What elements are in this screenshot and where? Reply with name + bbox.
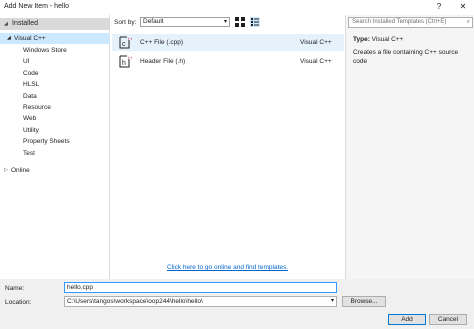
template-item-cpp[interactable]: c ++ C++ File (.cpp) Visual C++ bbox=[112, 34, 344, 51]
grid-view-icon[interactable] bbox=[235, 17, 245, 27]
template-name: Header File (.h) bbox=[140, 58, 186, 65]
tree-item-data[interactable]: Data bbox=[0, 91, 110, 102]
chevron-down-icon[interactable]: ▾ bbox=[331, 297, 334, 306]
title-bar: Add New Item - hello ? ✕ bbox=[0, 0, 474, 14]
tree-item-label: Windows Store bbox=[23, 47, 67, 54]
add-button[interactable]: Add bbox=[388, 314, 426, 325]
header-file-icon: h ++ bbox=[119, 55, 132, 68]
svg-text:++: ++ bbox=[128, 37, 133, 42]
type-value: Visual C++ bbox=[371, 36, 404, 43]
tree-item-label: HLSL bbox=[23, 81, 40, 88]
online-node[interactable]: ▷ Online bbox=[0, 165, 110, 176]
search-icon: ⌕ bbox=[466, 19, 470, 25]
tree-item-test[interactable]: Test bbox=[0, 148, 110, 159]
template-description: Creates a file containing C++ source cod… bbox=[353, 49, 459, 65]
search-placeholder: Search Installed Templates (Ctrl+E) bbox=[352, 19, 447, 25]
tree-item-label: Resource bbox=[23, 104, 51, 111]
details-pane: Search Installed Templates (Ctrl+E) ⌕ Ty… bbox=[345, 15, 474, 279]
name-label: Name: bbox=[5, 285, 25, 292]
help-button[interactable]: ? bbox=[432, 1, 446, 13]
collapse-arrow-icon[interactable]: ◢ bbox=[4, 21, 8, 27]
svg-text:h: h bbox=[122, 60, 126, 67]
chevron-down-icon: ▾ bbox=[223, 19, 227, 25]
tree-item-label: Property Sheets bbox=[23, 138, 70, 145]
tree-item-label: Code bbox=[23, 70, 39, 77]
location-label: Location: bbox=[5, 299, 32, 306]
template-list-pane: Sort by: Default ▾ c ++ C++ File (.cpp) … bbox=[111, 15, 344, 279]
location-field[interactable]: C:\Users\tangos\workspace\oop244\hello\h… bbox=[64, 296, 337, 307]
template-language: Visual C++ bbox=[300, 39, 332, 46]
tree-item-resource[interactable]: Resource bbox=[0, 102, 110, 113]
tree-item-label: Test bbox=[23, 150, 35, 157]
sort-by-label: Sort by: bbox=[114, 19, 137, 26]
cpp-file-icon: c ++ bbox=[119, 36, 132, 49]
cancel-button[interactable]: Cancel bbox=[429, 314, 467, 325]
search-templates-input[interactable]: Search Installed Templates (Ctrl+E) ⌕ bbox=[348, 17, 473, 28]
tree-item-code[interactable]: Code bbox=[0, 68, 110, 79]
template-language: Visual C++ bbox=[300, 58, 332, 65]
find-templates-online-link[interactable]: Click here to go online and find templat… bbox=[167, 264, 288, 271]
expand-arrow-icon[interactable]: ▷ bbox=[4, 165, 8, 176]
svg-text:c: c bbox=[122, 41, 126, 48]
item-form: Name: hello.cpp Location: C:\Users\tango… bbox=[0, 279, 474, 329]
collapse-arrow-icon[interactable]: ◢ bbox=[7, 33, 11, 44]
close-button[interactable]: ✕ bbox=[456, 1, 470, 13]
tree-item-visual-cpp[interactable]: ◢ Visual C++ bbox=[0, 33, 110, 44]
location-value: C:\Users\tangos\workspace\oop244\hello\h… bbox=[67, 298, 203, 305]
tree-item-windows-store[interactable]: Windows Store bbox=[0, 45, 110, 56]
tree-item-ui[interactable]: UI bbox=[0, 56, 110, 67]
installed-label: Installed bbox=[12, 20, 39, 27]
template-item-header[interactable]: h ++ Header File (.h) Visual C++ bbox=[112, 53, 344, 70]
template-type: Type: Visual C++ bbox=[353, 36, 403, 43]
tree-item-label: UI bbox=[23, 58, 30, 65]
name-field[interactable]: hello.cpp bbox=[64, 282, 337, 293]
svg-text:++: ++ bbox=[128, 56, 133, 61]
tree-item-label: Visual C++ bbox=[14, 35, 46, 42]
tree-item-label: Utility bbox=[23, 127, 39, 134]
list-view-icon[interactable] bbox=[250, 17, 260, 27]
category-tree: ◢ Installed ◢ Visual C++ Windows Store U… bbox=[0, 15, 110, 279]
tree-item-label: Data bbox=[23, 93, 37, 100]
tree-item-label: Web bbox=[23, 115, 37, 122]
template-name: C++ File (.cpp) bbox=[140, 39, 183, 46]
tree-item-hlsl[interactable]: HLSL bbox=[0, 79, 110, 90]
tree-item-web[interactable]: Web bbox=[0, 113, 110, 124]
type-label: Type: bbox=[353, 36, 370, 43]
tree-item-property-sheets[interactable]: Property Sheets bbox=[0, 136, 110, 147]
sort-by-dropdown[interactable]: Default ▾ bbox=[140, 17, 230, 27]
name-value: hello.cpp bbox=[67, 284, 94, 291]
window-title: Add New Item - hello bbox=[4, 3, 69, 10]
sort-by-value: Default bbox=[143, 18, 164, 25]
browse-button[interactable]: Browse... bbox=[342, 296, 386, 307]
installed-node[interactable]: ◢ Installed bbox=[0, 18, 110, 30]
tree-item-utility[interactable]: Utility bbox=[0, 125, 110, 136]
online-label: Online bbox=[11, 167, 30, 174]
